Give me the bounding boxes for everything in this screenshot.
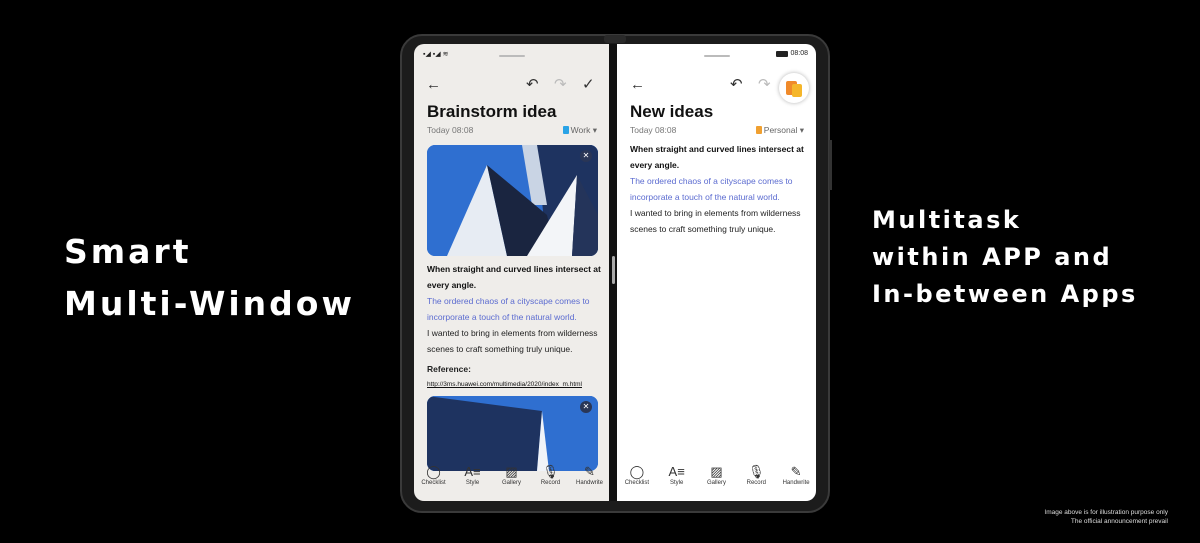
note-bottom-toolbar: ◯ Checklist A≡ Style ▨ Gallery 🎙 Record ✎ Han…: [617, 463, 816, 501]
record-button[interactable]: 🎙 Record: [738, 463, 774, 501]
hinge-notch: [604, 35, 626, 43]
redo-icon[interactable]: ↷: [554, 76, 567, 94]
gallery-label: Gallery: [706, 480, 726, 486]
style-label: Style: [465, 480, 480, 486]
checklist-icon: ◯: [629, 464, 645, 479]
checklist-button[interactable]: ◯ Checklist: [416, 463, 452, 501]
headline-smart-multi-window: Smart Multi-Window: [64, 226, 355, 330]
pen-icon: ✎: [584, 464, 595, 479]
left-notes-app: ▪◢ ▪◢ ≋ ← ↶ ↷ ✓ Brainstorm idea Today 08…: [414, 44, 609, 501]
paragraph-highlighted: The ordered chaos of a cityscape comes t…: [427, 296, 590, 322]
style-button[interactable]: A≡ Style: [659, 463, 695, 501]
disclaimer-line: Image above is for illustration purpose …: [1044, 509, 1168, 516]
remove-image-button[interactable]: ✕: [580, 150, 592, 162]
gallery-label: Gallery: [501, 480, 521, 486]
note-title[interactable]: Brainstorm idea: [427, 102, 556, 122]
record-label: Record: [746, 480, 766, 486]
headline-line: Multitask: [872, 206, 1022, 234]
handwrite-button[interactable]: ✎ Handwrite: [572, 463, 608, 501]
split-resize-handle[interactable]: [612, 256, 615, 284]
disclaimer-line: The official announcement prevail: [1070, 518, 1168, 525]
architecture-image[interactable]: ✕: [427, 145, 598, 256]
window-drag-handle[interactable]: [498, 55, 525, 57]
paragraph-normal: I wanted to bring in elements from wilde…: [630, 208, 801, 234]
back-arrow-icon[interactable]: ←: [630, 76, 645, 94]
record-button[interactable]: 🎙 Record: [533, 463, 569, 501]
category-label: Work: [570, 125, 591, 135]
architecture-photo-2: [427, 396, 598, 471]
reference-label: Reference:: [427, 364, 471, 374]
side-button: [829, 140, 832, 190]
notebook-icon: [755, 126, 762, 134]
architecture-image-2[interactable]: ✕: [427, 396, 598, 471]
back-arrow-icon[interactable]: ←: [426, 76, 441, 94]
paragraph-normal: I wanted to bring in elements from wilde…: [427, 328, 598, 354]
architecture-photo: [427, 145, 598, 256]
image-icon: ▨: [710, 464, 723, 479]
microphone-icon: 🎙: [542, 464, 559, 479]
remove-image-button[interactable]: ✕: [580, 401, 592, 413]
record-label: Record: [540, 480, 561, 486]
redo-icon[interactable]: ↷: [758, 76, 771, 94]
handwrite-button[interactable]: ✎ Handwrite: [778, 463, 814, 501]
right-notes-app: 08:08 ← ↶ ↷ New ideas Today 08:08 Person…: [617, 44, 816, 501]
signal-wifi-icon: ▪◢ ▪◢ ≋: [423, 51, 449, 58]
gallery-button[interactable]: ▨ Gallery: [494, 463, 530, 501]
note-title[interactable]: New ideas: [630, 102, 713, 122]
notes-app-icon-overlay: [792, 84, 802, 97]
note-body[interactable]: When straight and curved lines intersect…: [630, 141, 808, 237]
microphone-icon: 🎙: [748, 464, 765, 479]
floating-notes-app-button[interactable]: [779, 73, 809, 103]
note-meta: Today 08:08 Personal ▾: [630, 125, 804, 135]
headline-line: In-between Apps: [872, 280, 1138, 308]
note-toolbar: ← ↶ ↷ ✓: [414, 76, 609, 96]
text-style-icon: A≡: [464, 464, 481, 479]
checklist-label: Checklist: [624, 480, 650, 486]
note-body[interactable]: When straight and curved lines intersect…: [427, 261, 601, 393]
category-dropdown[interactable]: Work ▾: [562, 125, 597, 136]
image-icon: ▨: [505, 464, 518, 479]
category-dropdown[interactable]: Personal ▾: [755, 125, 804, 136]
checkmark-icon[interactable]: ✓: [582, 76, 595, 94]
checklist-icon: ◯: [426, 464, 441, 479]
paragraph-bold: When straight and curved lines intersect…: [427, 264, 601, 290]
handwrite-label: Handwrite: [575, 480, 603, 486]
paragraph-highlighted: The ordered chaos of a cityscape comes t…: [630, 176, 793, 202]
checklist-button[interactable]: ◯ Checklist: [619, 463, 655, 501]
notebook-icon: [562, 126, 569, 134]
disclaimer: Image above is for illustration purpose …: [1044, 508, 1168, 526]
style-button[interactable]: A≡ Style: [455, 463, 491, 501]
reference-link[interactable]: http://3ms.huawei.com/multimedia/2020/in…: [427, 377, 601, 393]
note-bottom-toolbar: ◯ Checklist A≡ Style ▨ Gallery 🎙 Record ✎ Han…: [414, 463, 609, 501]
note-meta: Today 08:08 Work ▾: [427, 125, 597, 135]
gallery-button[interactable]: ▨ Gallery: [698, 463, 734, 501]
style-label: Style: [670, 480, 684, 486]
note-date: Today 08:08: [427, 125, 474, 135]
text-style-icon: A≡: [668, 464, 685, 479]
headline-multitask: Multitask within APP and In-between Apps: [872, 202, 1138, 313]
note-date: Today 08:08: [630, 125, 677, 135]
chevron-down-icon: ▾: [799, 125, 804, 135]
headline-line: Multi-Window: [64, 284, 355, 323]
window-drag-handle[interactable]: [703, 55, 730, 57]
battery-icon: [776, 50, 789, 57]
clock: 08:08: [790, 50, 808, 57]
undo-icon[interactable]: ↶: [730, 76, 743, 94]
chevron-down-icon: ▾: [592, 125, 597, 135]
paragraph-bold: When straight and curved lines intersect…: [630, 144, 804, 170]
headline-line: within APP and: [872, 243, 1113, 271]
category-label: Personal: [763, 125, 798, 135]
checklist-label: Checklist: [421, 480, 446, 486]
pen-icon: ✎: [790, 464, 802, 479]
undo-icon[interactable]: ↶: [526, 76, 539, 94]
headline-line: Smart: [64, 232, 192, 271]
handwrite-label: Handwrite: [782, 480, 810, 486]
